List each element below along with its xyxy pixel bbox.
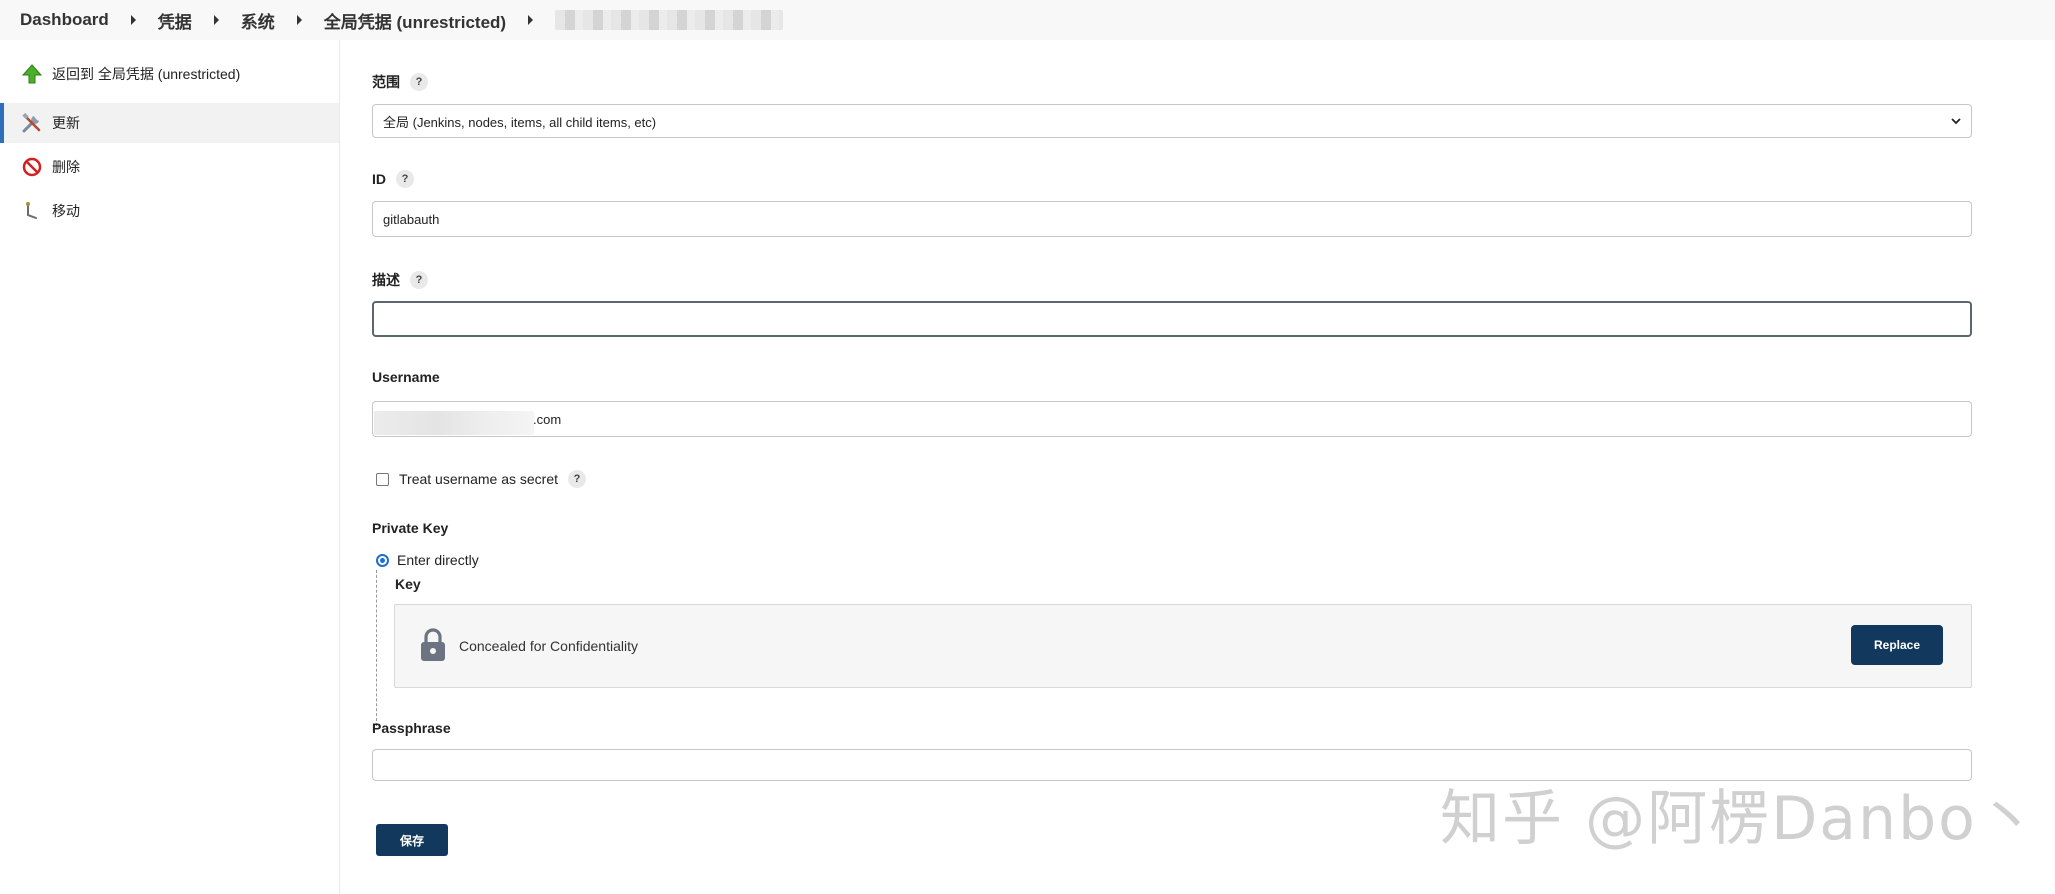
save-button[interactable]: 保存: [376, 824, 448, 856]
breadcrumb-separator-icon[interactable]: [130, 15, 136, 25]
breadcrumb-global-credentials[interactable]: 全局凭据 (unrestricted): [324, 8, 506, 33]
description-label: 描述 ?: [372, 270, 428, 290]
username-visible-suffix: .com: [533, 411, 562, 427]
sidebar-item-label: 返回到 全局凭据 (unrestricted): [52, 66, 241, 82]
help-icon[interactable]: ?: [568, 470, 586, 488]
username-label-text: Username: [372, 369, 440, 385]
enter-directly-label: Enter directly: [397, 552, 479, 568]
replace-button[interactable]: Replace: [1851, 625, 1943, 665]
help-icon[interactable]: ?: [410, 271, 428, 289]
no-entry-icon: [20, 155, 44, 179]
sidebar: 返回到 全局凭据 (unrestricted) 更新 删除 移动: [0, 40, 340, 894]
concealed-text: Concealed for Confidentiality: [459, 638, 638, 654]
sidebar-item-label: 移动: [52, 203, 80, 219]
description-input[interactable]: [372, 301, 1972, 337]
lock-icon: [421, 628, 445, 661]
nested-indent-line: [376, 570, 377, 726]
private-key-label: Private Key: [372, 520, 448, 536]
sidebar-item-label: 删除: [52, 159, 80, 175]
sidebar-item-back[interactable]: 返回到 全局凭据 (unrestricted): [0, 54, 339, 94]
description-label-text: 描述: [372, 272, 400, 288]
username-label: Username: [372, 369, 440, 385]
enter-directly-radio[interactable]: [376, 553, 389, 567]
breadcrumb-separator-icon[interactable]: [528, 15, 534, 25]
id-label: ID ?: [372, 170, 414, 188]
help-icon[interactable]: ?: [396, 170, 414, 188]
treat-username-secret-checkbox[interactable]: [376, 472, 389, 486]
passphrase-label-text: Passphrase: [372, 720, 451, 736]
breadcrumb-separator-icon[interactable]: [296, 15, 302, 25]
sidebar-item-update[interactable]: 更新: [0, 103, 339, 143]
private-key-label-text: Private Key: [372, 520, 449, 536]
breadcrumb-credentials[interactable]: 凭据: [158, 8, 192, 33]
breadcrumb-separator-icon[interactable]: [213, 15, 219, 25]
username-blurred: [374, 411, 534, 435]
credential-form: 范围 ? 全局 (Jenkins, nodes, items, all chil…: [340, 40, 2055, 894]
help-icon[interactable]: ?: [410, 73, 428, 91]
treat-username-secret-row: Treat username as secret ?: [376, 470, 586, 488]
chevron-down-icon: [1951, 118, 1961, 125]
scope-select[interactable]: 全局 (Jenkins, nodes, items, all child ite…: [372, 104, 1972, 138]
treat-username-secret-label: Treat username as secret: [399, 471, 558, 487]
breadcrumb: Dashboard 凭据 系统 全局凭据 (unrestricted): [0, 0, 2055, 40]
scope-label: 范围 ?: [372, 72, 428, 92]
arrow-up-icon: [20, 62, 44, 86]
scope-selected-value: 全局 (Jenkins, nodes, items, all child ite…: [383, 114, 657, 130]
enter-directly-row: Enter directly: [376, 552, 479, 568]
breadcrumb-dashboard[interactable]: Dashboard: [20, 10, 109, 30]
scope-label-text: 范围: [372, 74, 400, 90]
passphrase-label: Passphrase: [372, 720, 451, 736]
username-input[interactable]: .com: [372, 401, 1972, 437]
sidebar-item-move[interactable]: 移动: [0, 191, 339, 231]
concealed-key-box: Concealed for Confidentiality Replace: [394, 604, 1972, 688]
key-label: Key: [395, 576, 421, 592]
tools-icon: [20, 111, 44, 135]
sidebar-item-delete[interactable]: 删除: [0, 147, 339, 187]
sidebar-item-label: 更新: [52, 115, 80, 131]
id-input[interactable]: [372, 201, 1972, 237]
id-label-text: ID: [372, 171, 386, 187]
breadcrumb-current-blurred: [555, 10, 784, 30]
watermark: 知乎 @阿楞Danbo丶: [1440, 784, 2039, 854]
move-icon: [20, 199, 44, 223]
breadcrumb-system[interactable]: 系统: [241, 8, 275, 33]
